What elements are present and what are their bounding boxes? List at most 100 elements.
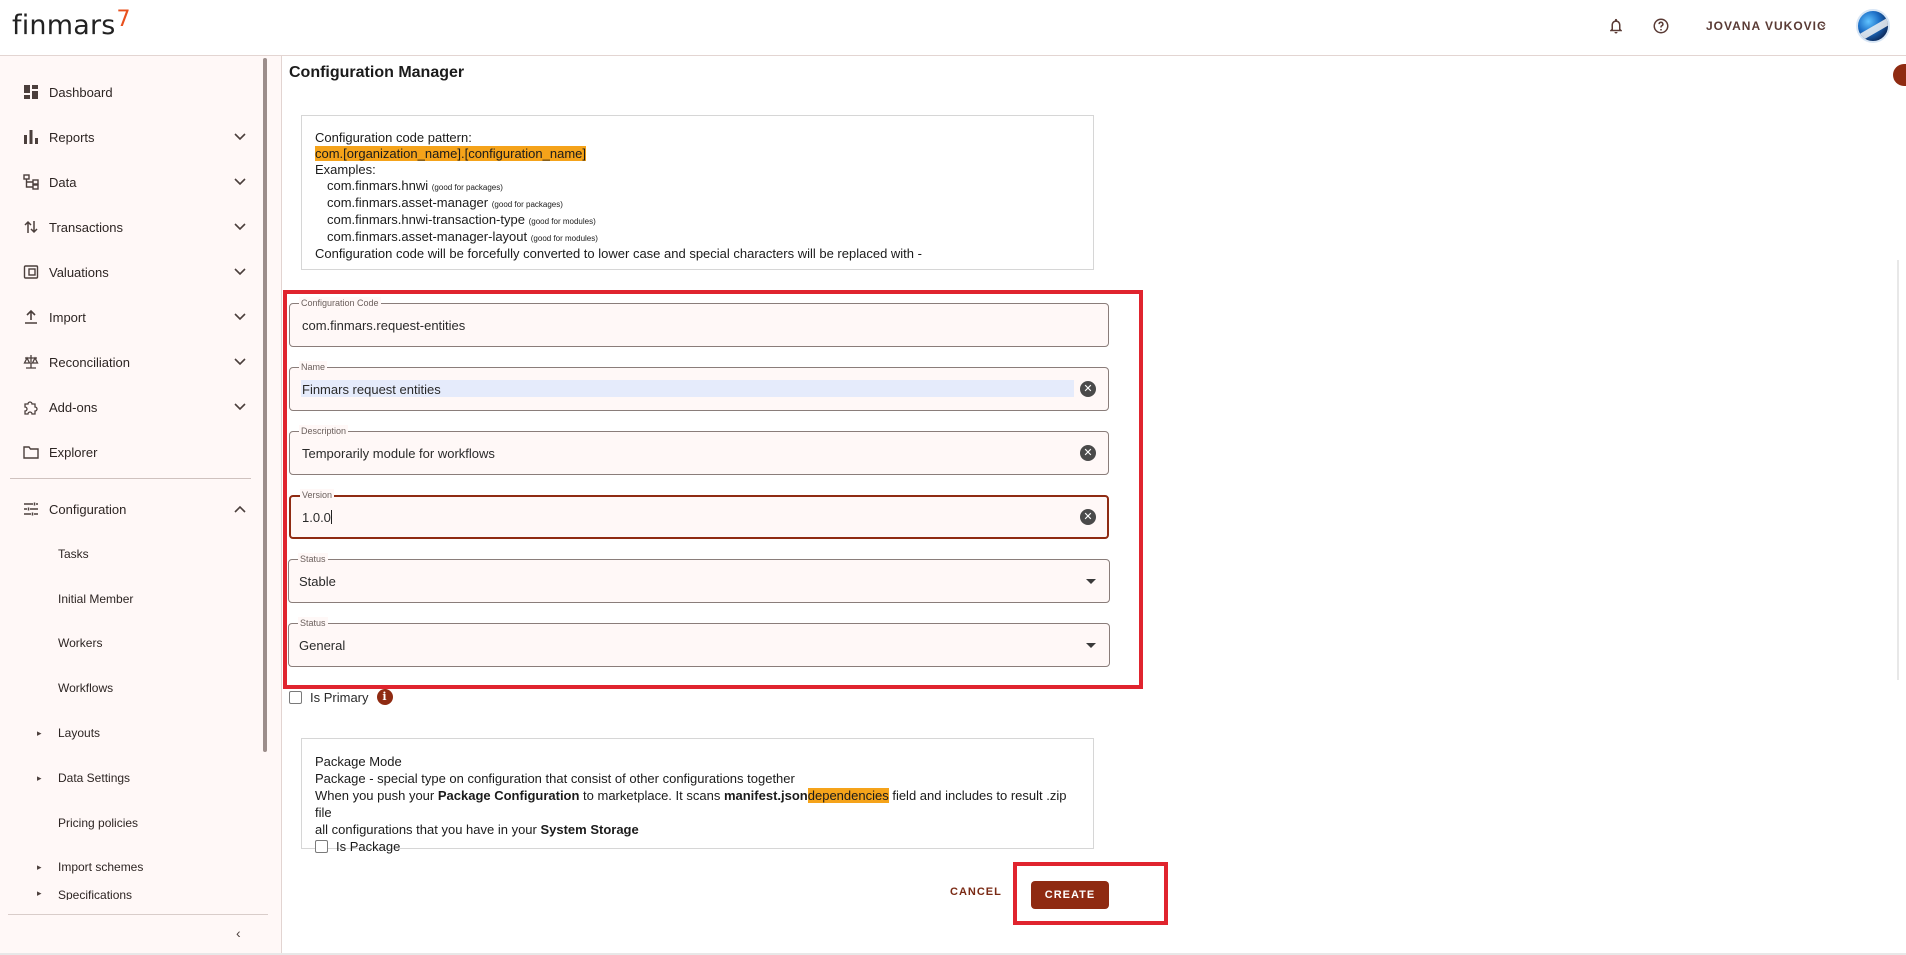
sidebar-item-reports[interactable]: Reports xyxy=(0,117,262,157)
page-scrollbar[interactable] xyxy=(1897,260,1899,680)
sidebar-item-data[interactable]: Data xyxy=(0,162,262,202)
clear-icon[interactable]: ✕ xyxy=(1080,381,1096,397)
sidebar-subitem-import-schemes[interactable]: ▸ Import schemes xyxy=(0,848,262,886)
top-bar: finmars7 JOVANA VUKOVIC ⌄ xyxy=(0,0,1906,56)
field-label: Status xyxy=(298,553,328,565)
sidebar-item-configuration[interactable]: Configuration xyxy=(0,489,262,529)
sidebar-subitem-initial-member[interactable]: Initial Member xyxy=(0,580,262,618)
chevron-down-icon xyxy=(234,355,246,369)
upload-icon xyxy=(22,308,40,326)
help-icon[interactable] xyxy=(1649,14,1673,38)
tune-icon xyxy=(22,500,40,518)
chevron-down-icon xyxy=(234,220,246,234)
chevron-down-icon xyxy=(234,265,246,279)
bell-icon[interactable] xyxy=(1604,14,1628,38)
sidebar-item-label: Valuations xyxy=(49,264,109,280)
sidebar-item-reconciliation[interactable]: Reconciliation xyxy=(0,342,262,382)
package-mode-details: When you push your Package Configuration… xyxy=(315,788,1067,820)
cancel-button[interactable]: CANCEL xyxy=(950,886,1002,898)
sidebar-subitem-label: Workflows xyxy=(58,681,114,695)
is-primary-checkbox[interactable] xyxy=(289,690,302,704)
sidebar-item-add-ons[interactable]: Add-ons xyxy=(0,387,262,427)
sidebar-item-import[interactable]: Import xyxy=(0,297,262,337)
name-field[interactable]: Name Finmars request entities ✕ xyxy=(289,361,1109,411)
is-package-row: Is Package xyxy=(315,838,1080,855)
avatar[interactable] xyxy=(1856,9,1890,43)
package-mode-description: Package - special type on configuration … xyxy=(315,771,795,786)
sidebar-subitem-data-settings[interactable]: ▸ Data Settings xyxy=(0,759,262,797)
puzzle-icon xyxy=(22,398,40,416)
info-icon[interactable]: i xyxy=(376,689,393,705)
sidebar-item-label: Data xyxy=(49,174,77,190)
transactions-icon xyxy=(22,218,40,236)
create-button[interactable]: CREATE xyxy=(1031,881,1109,909)
package-mode-storage: all configurations that you have in your… xyxy=(315,822,639,837)
example-item: com.finmars.asset-manager-layout (good f… xyxy=(327,229,598,244)
field-label: Description xyxy=(299,425,349,437)
field-value: Finmars request entities xyxy=(302,382,441,397)
sidebar-item-label: Add-ons xyxy=(49,399,98,415)
collapse-sidebar-icon[interactable]: ‹ xyxy=(236,925,241,941)
sidebar-subitem-label: Import schemes xyxy=(58,860,144,874)
is-primary-row: Is Primary i xyxy=(289,689,393,705)
sidebar-item-transactions[interactable]: Transactions xyxy=(0,207,262,247)
version-field[interactable]: Version 1.0.0 ✕ xyxy=(289,489,1109,539)
sidebar-subitem-workflows[interactable]: Workflows xyxy=(0,669,262,707)
config-code-info-box: Configuration code pattern: com.[organiz… xyxy=(301,115,1094,270)
sidebar-subitem-label: Specifications xyxy=(58,888,133,900)
finmars-logo[interactable]: finmars7 xyxy=(12,7,131,41)
field-value: Temporarily module for workflows xyxy=(302,446,495,461)
field-label: Configuration Code xyxy=(299,297,381,309)
sidebar-item-explorer[interactable]: Explorer xyxy=(0,432,262,472)
sidebar-item-label: Transactions xyxy=(49,219,123,235)
expand-arrow-icon: ▸ xyxy=(37,727,42,738)
sidebar-subitem-label: Tasks xyxy=(58,547,89,561)
sidebar-item-label: Reports xyxy=(49,129,95,145)
examples-label: Examples: xyxy=(315,162,376,177)
chevron-down-icon xyxy=(234,400,246,414)
is-package-checkbox[interactable] xyxy=(315,840,328,853)
sidebar-subitem-layouts[interactable]: ▸ Layouts xyxy=(0,714,262,752)
user-menu-name[interactable]: JOVANA VUKOVIC xyxy=(1706,19,1827,33)
description-field[interactable]: Description Temporarily module for workf… xyxy=(289,425,1109,475)
sidebar-subitem-specifications[interactable]: ▸ Specifications xyxy=(0,884,262,900)
field-value: Stable xyxy=(299,574,336,589)
status-select[interactable]: Status Stable xyxy=(288,553,1110,603)
example-item: com.finmars.hnwi-transaction-type (good … xyxy=(327,212,596,227)
sidebar-subitem-workers[interactable]: Workers xyxy=(0,624,262,662)
field-label: Name xyxy=(299,361,328,373)
sidebar-item-label: Reconciliation xyxy=(49,354,130,370)
sidebar-item-dashboard[interactable]: Dashboard xyxy=(0,72,262,112)
field-value: com.finmars.request-entities xyxy=(302,318,466,333)
sidebar-item-label: Configuration xyxy=(49,501,127,517)
configuration-code-field[interactable]: Configuration Code com.finmars.request-e… xyxy=(289,297,1109,347)
is-package-label: Is Package xyxy=(336,839,401,854)
side-panel-handle[interactable] xyxy=(1893,64,1906,86)
chevron-down-icon[interactable]: ⌄ xyxy=(1818,16,1828,30)
dropdown-arrow-icon xyxy=(1086,643,1096,648)
sidebar-divider xyxy=(10,478,251,479)
sidebar-item-valuations[interactable]: Valuations xyxy=(0,252,262,292)
sidebar-subitem-tasks[interactable]: Tasks xyxy=(0,535,262,573)
sidebar-item-label: Import xyxy=(49,309,86,325)
clear-icon[interactable]: ✕ xyxy=(1080,445,1096,461)
chevron-up-icon xyxy=(234,502,246,516)
field-label: Version xyxy=(300,489,335,501)
sidebar-scrollbar[interactable] xyxy=(263,58,267,752)
example-item: com.finmars.hnwi (good for packages) xyxy=(327,178,503,193)
pattern-value: com.[organization_name].[configuration_n… xyxy=(315,146,586,161)
valuations-icon xyxy=(22,263,40,281)
type-select[interactable]: Status General xyxy=(288,617,1110,667)
is-primary-label: Is Primary xyxy=(310,689,369,705)
sidebar-bottom-divider xyxy=(8,914,268,915)
logo-mark: 7 xyxy=(116,7,131,32)
example-item: com.finmars.asset-manager (good for pack… xyxy=(327,195,563,210)
sidebar-subitem-label: Workers xyxy=(58,636,103,650)
field-value: 1.0.0 xyxy=(302,510,332,525)
clear-icon[interactable]: ✕ xyxy=(1080,509,1096,525)
dropdown-arrow-icon xyxy=(1086,579,1096,584)
chevron-down-icon xyxy=(234,175,246,189)
dashboard-icon xyxy=(22,83,40,101)
sidebar-subitem-pricing-policies[interactable]: Pricing policies xyxy=(0,804,262,842)
data-tree-icon xyxy=(22,173,40,191)
